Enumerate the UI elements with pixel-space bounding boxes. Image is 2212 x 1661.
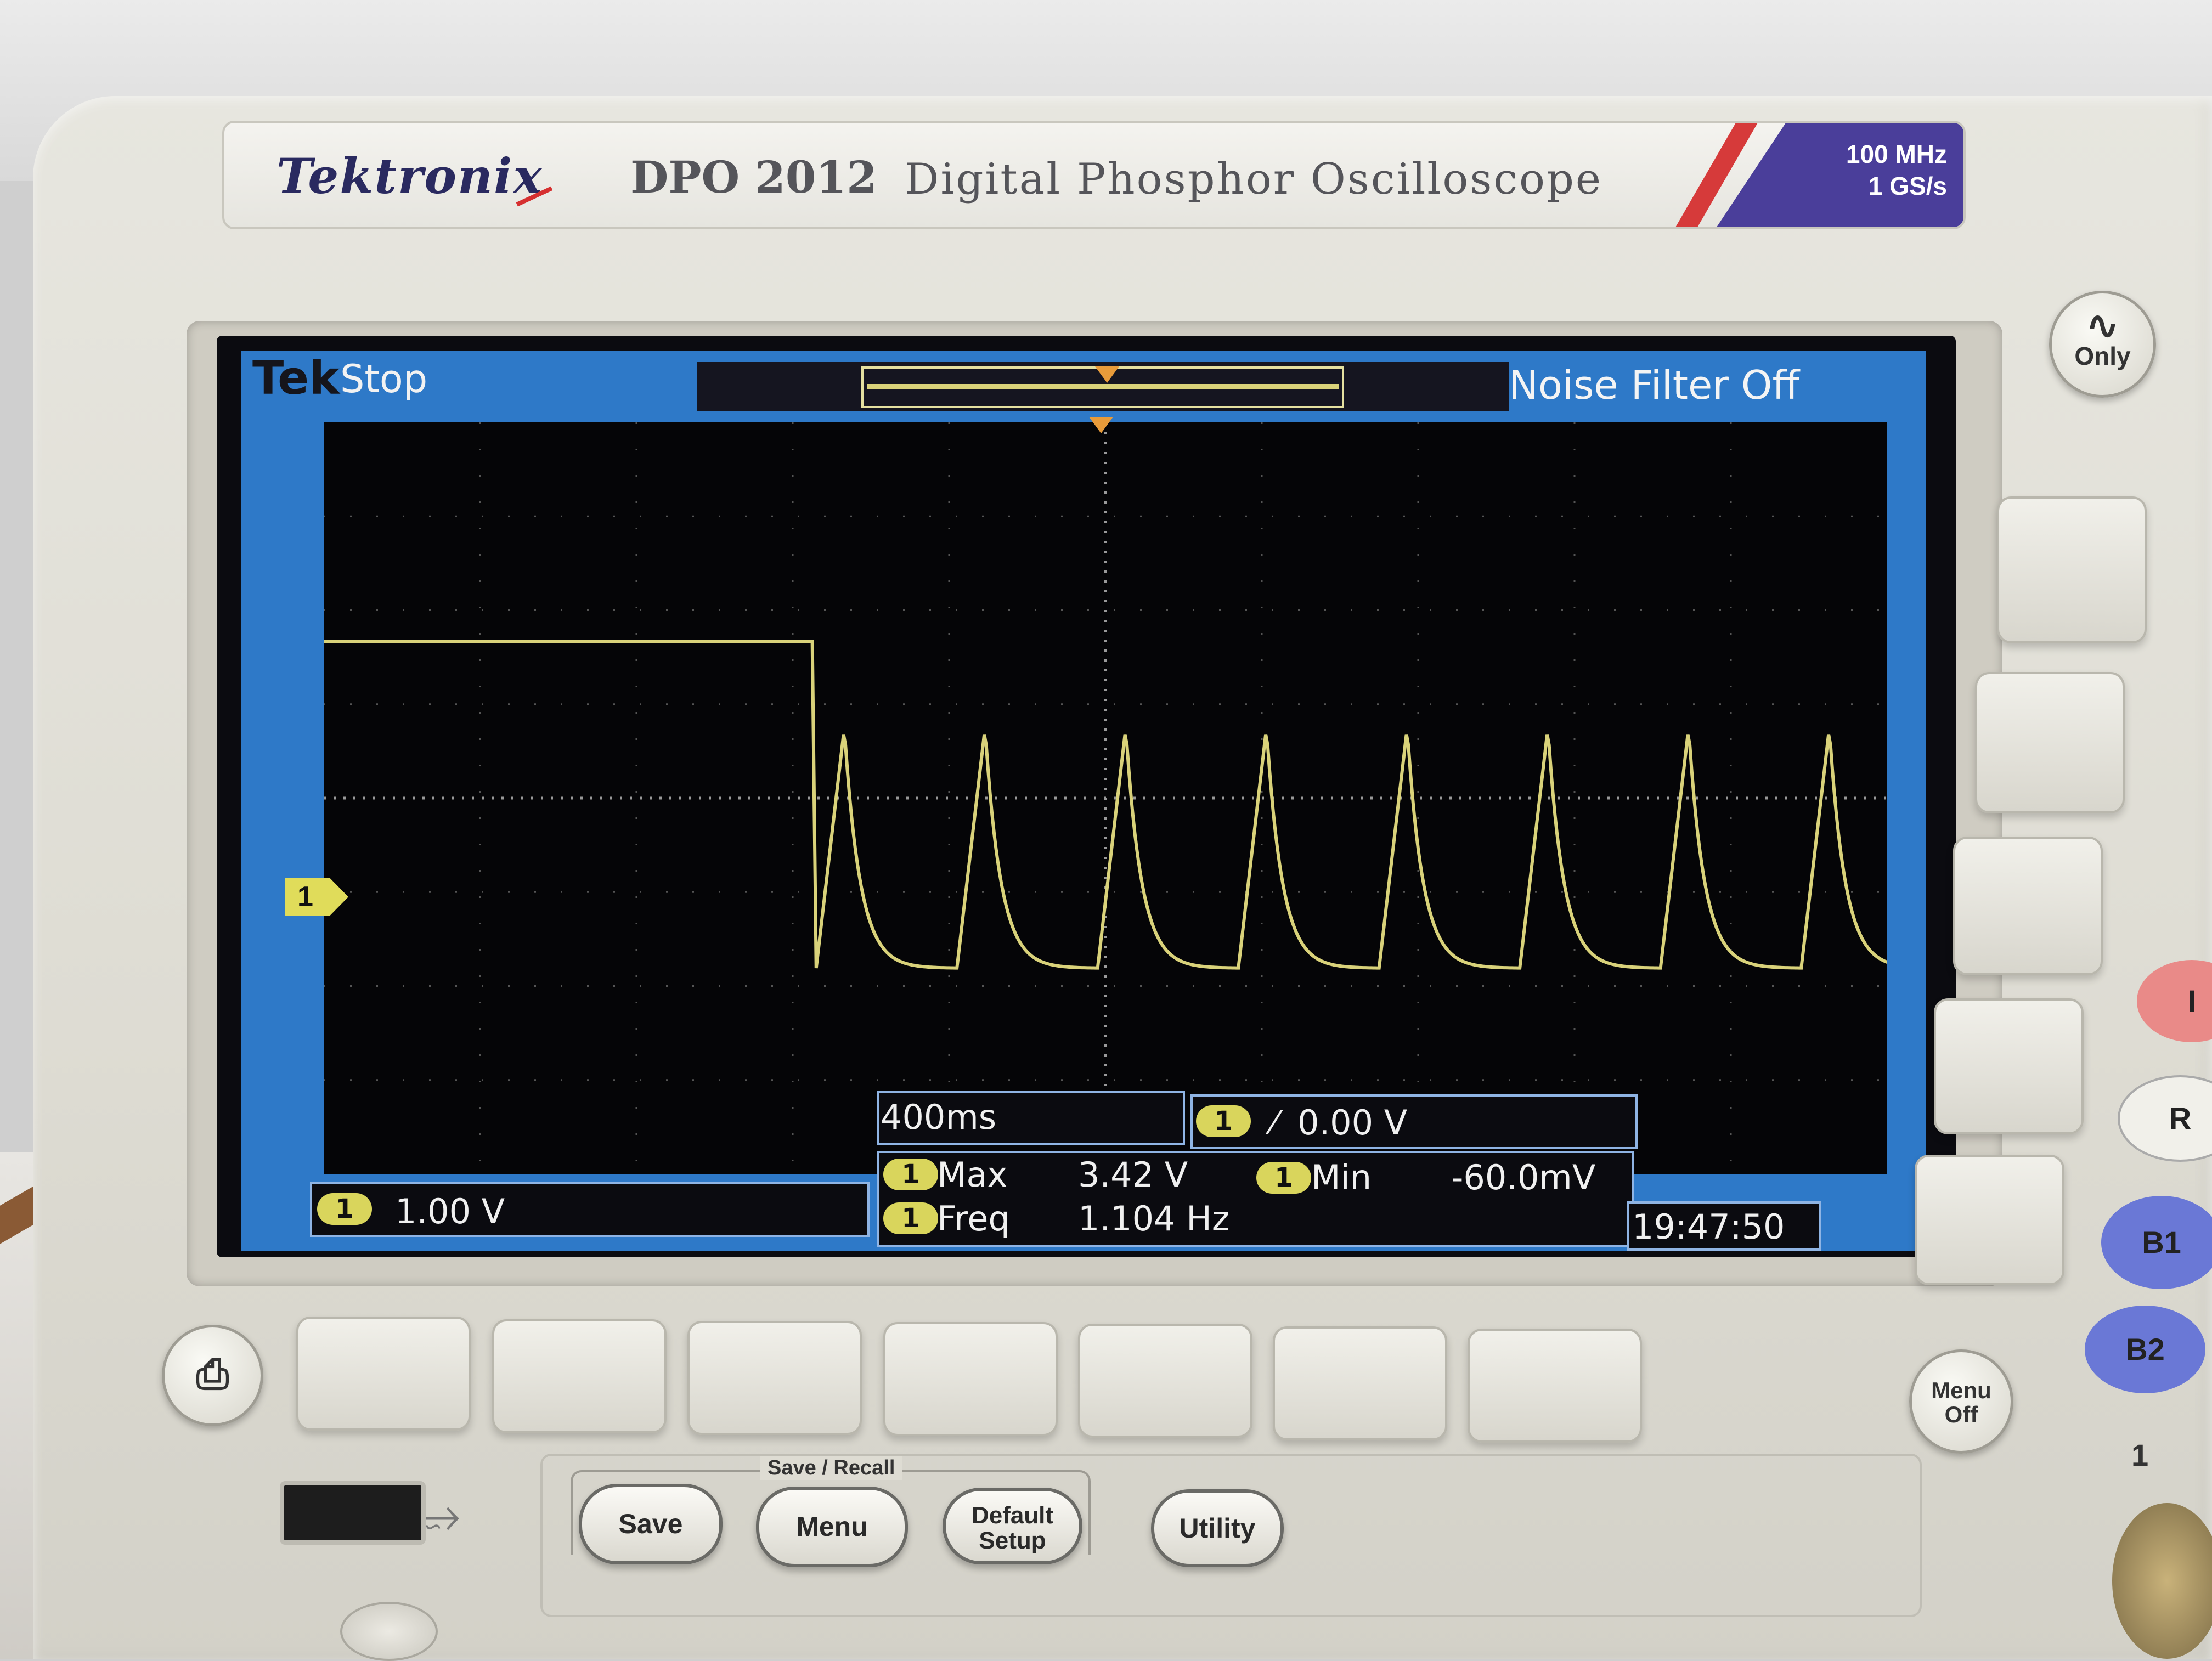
vertical-scale: 1.00 V xyxy=(395,1191,505,1231)
menu-off-label-line1: Menu xyxy=(1931,1377,1991,1403)
default-setup-button[interactable]: Default Setup xyxy=(943,1488,1082,1564)
measurement-badge: 1 xyxy=(883,1202,938,1234)
trigger-box xyxy=(1190,1094,1638,1149)
menu-off-label-line2: Off xyxy=(1944,1402,1978,1427)
spec-badge: 100 MHz 1 GS/s xyxy=(1717,123,1963,227)
run-only-label: Only xyxy=(2074,342,2131,370)
side-menu-button-5[interactable] xyxy=(1915,1155,2064,1285)
bottom-menu-button-5[interactable] xyxy=(1078,1324,1252,1438)
trigger-position-marker xyxy=(1089,417,1113,433)
input-1-label: 1 xyxy=(2131,1438,2149,1472)
bottom-menu-button-7[interactable] xyxy=(1468,1329,1642,1443)
measurement-label: Freq xyxy=(937,1199,1010,1239)
sine-wave-icon: ∿ xyxy=(2086,304,2119,347)
bottom-menu-button-6[interactable] xyxy=(1273,1326,1447,1440)
save-recall-label: Save / Recall xyxy=(760,1456,903,1480)
model-name: DPO 2012 xyxy=(630,151,877,203)
vertical-scale-box xyxy=(310,1182,870,1237)
bottom-menu-button-3[interactable] xyxy=(687,1321,862,1435)
default-setup-label-line1: Default xyxy=(971,1502,1054,1529)
measurement-value: -60.0mV xyxy=(1451,1157,1596,1197)
tek-logo: Tek xyxy=(252,351,340,405)
side-menu-button-4[interactable] xyxy=(1934,998,2084,1134)
measurement-label: Max xyxy=(937,1155,1008,1195)
side-menu-button-3[interactable] xyxy=(1953,837,2103,975)
channel1-badge: 1 xyxy=(317,1193,372,1225)
hard-copy-button[interactable]: ⎙ xyxy=(162,1325,263,1426)
measurement-badge: 1 xyxy=(883,1159,938,1190)
brand-logo: Tektronix xyxy=(276,148,543,205)
clock: 19:47:50 xyxy=(1632,1207,1785,1247)
run-only-button[interactable]: ∿ Only xyxy=(2049,291,2156,398)
bottom-menu-button-2[interactable] xyxy=(492,1319,667,1433)
menu-off-button[interactable]: Menu Off xyxy=(1909,1349,2013,1454)
trigger-level: 0.00 V xyxy=(1297,1103,1408,1143)
measurement-badge: 1 xyxy=(1256,1162,1311,1194)
graticule xyxy=(324,422,1887,1174)
menu-button[interactable]: Menu xyxy=(756,1487,908,1567)
timebase: 400ms xyxy=(881,1097,997,1137)
default-setup-label-line2: Setup xyxy=(979,1527,1046,1554)
rising-edge-icon: ∕ xyxy=(1273,1102,1279,1142)
noise-filter-status: Noise Filter Off xyxy=(1509,362,1800,408)
graticule-svg xyxy=(324,422,1887,1174)
side-menu-button-1[interactable] xyxy=(1997,496,2147,643)
utility-button[interactable]: Utility xyxy=(1151,1489,1284,1567)
bandwidth-label: 100 MHz xyxy=(1846,140,1947,168)
measurement-label: Min xyxy=(1311,1157,1372,1197)
power-button[interactable] xyxy=(340,1602,438,1661)
measurement-value: 3.42 V xyxy=(1078,1155,1188,1195)
usb-port[interactable] xyxy=(280,1481,426,1545)
bottom-menu-button-1[interactable] xyxy=(296,1317,471,1431)
save-button[interactable]: Save xyxy=(579,1484,723,1564)
measurement-value: 1.104 Hz xyxy=(1078,1199,1230,1239)
bottom-menu-button-4[interactable] xyxy=(883,1322,1058,1436)
record-trace xyxy=(867,384,1339,389)
side-menu-button-2[interactable] xyxy=(1975,672,2125,813)
usb-icon: ⭌ xyxy=(425,1490,460,1539)
trigger-source-badge: 1 xyxy=(1196,1105,1251,1137)
acquisition-state: Stop xyxy=(340,357,428,402)
b2-button[interactable]: B2 xyxy=(2085,1306,2205,1393)
sample-rate-label: 1 GS/s xyxy=(1868,172,1947,200)
trigger-position-marker-record xyxy=(1095,366,1119,383)
brand-plate: Tektronix DPO 2012 Digital Phosphor Osci… xyxy=(222,121,1966,229)
printer-icon: ⎙ xyxy=(196,1351,229,1397)
model-description: Digital Phosphor Oscilloscope xyxy=(905,155,1603,204)
